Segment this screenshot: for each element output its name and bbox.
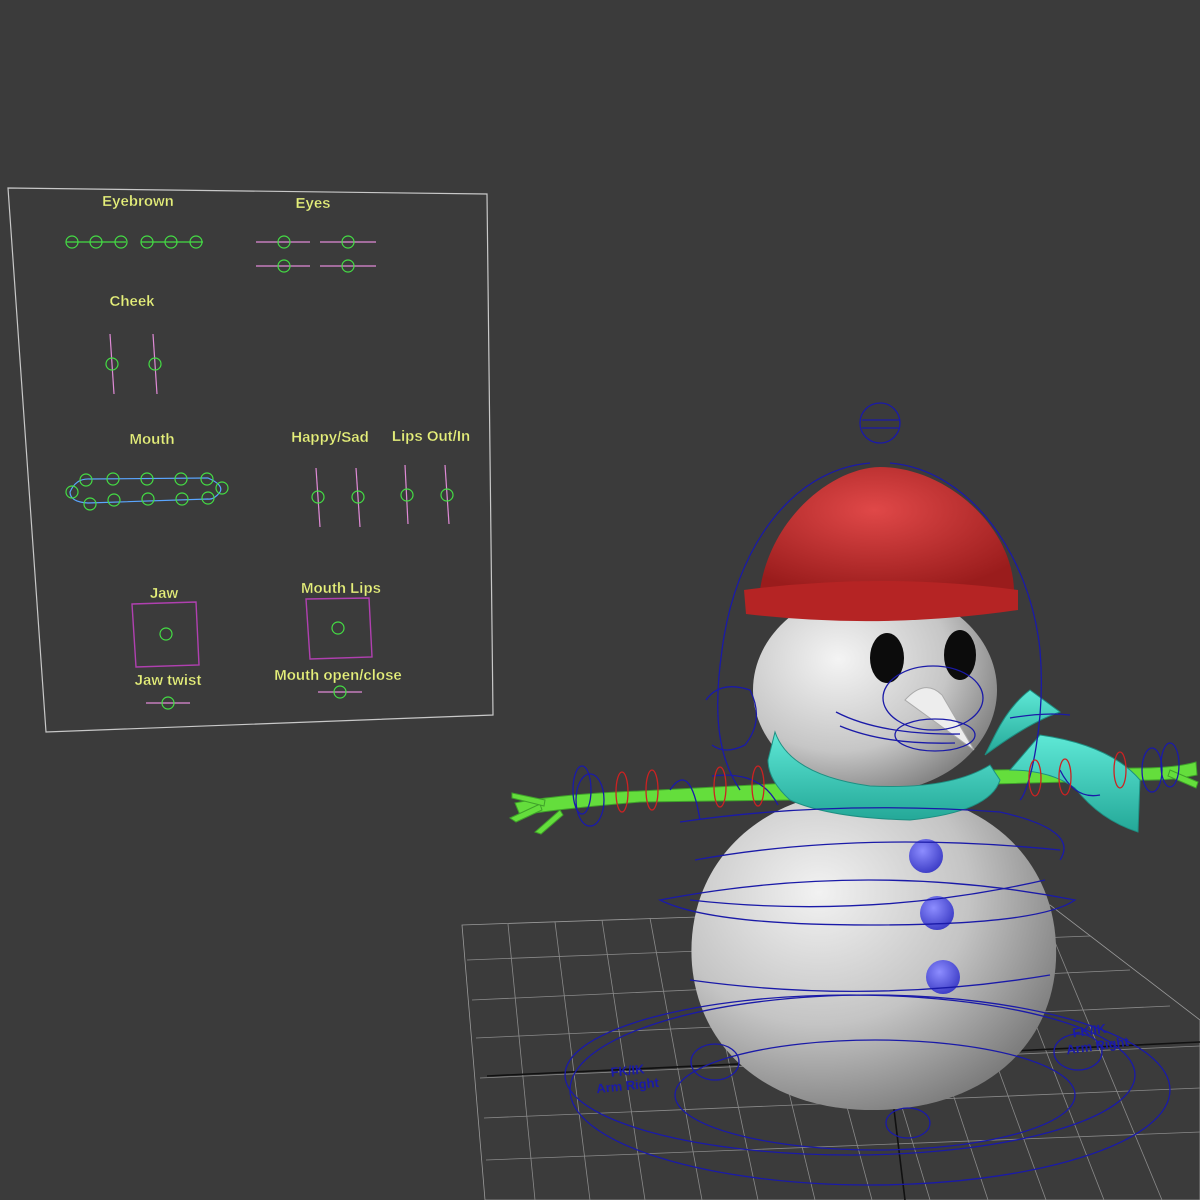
jaw-controls[interactable]: [131, 597, 373, 710]
snowman-body: [691, 790, 1057, 1111]
panel-frame: [7, 187, 494, 733]
face-control-panel: Eyebrown Eyes Cheek Mouth Happy/Sad Lips…: [7, 187, 494, 733]
eyes-controls[interactable]: [256, 235, 376, 273]
label-jaw: Jaw: [150, 585, 179, 602]
label-mouth-lips: Mouth Lips: [301, 580, 381, 597]
mouth-controls[interactable]: [65, 472, 229, 511]
label-eyes: Eyes: [295, 195, 330, 212]
3d-viewport[interactable]: Eyebrown Eyes Cheek Mouth Happy/Sad Lips…: [0, 0, 1200, 1200]
label-mouth-open-close: Mouth open/close: [274, 667, 402, 684]
viewport-scene[interactable]: Eyebrown Eyes Cheek Mouth Happy/Sad Lips…: [0, 0, 1200, 1200]
label-cheek: Cheek: [109, 293, 155, 310]
label-eyebrown: Eyebrown: [102, 193, 174, 210]
fkik-left-line2: Arm Right: [595, 1075, 660, 1097]
label-jaw-twist: Jaw twist: [135, 672, 202, 689]
snowman-hat: [744, 467, 1018, 622]
cheek-controls[interactable]: [105, 333, 162, 395]
label-lips-out-in: Lips Out/In: [392, 428, 470, 445]
happy-sad-lips-controls[interactable]: [311, 464, 454, 528]
eyebrow-controls[interactable]: [65, 235, 203, 249]
label-happy-sad: Happy/Sad: [291, 429, 369, 446]
label-mouth: Mouth: [130, 431, 175, 448]
